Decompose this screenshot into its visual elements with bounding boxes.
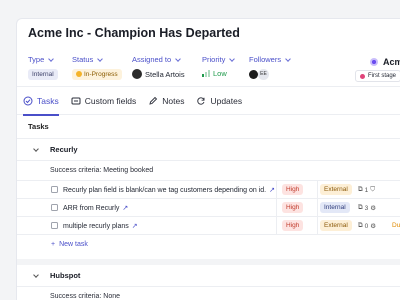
company-link[interactable]: Acme [370,57,400,67]
field-followers[interactable]: Followers EE [249,55,291,80]
tab-notes[interactable]: Notes [148,87,184,115]
ticket-card: Acme Inc - Champion Has Departed Type In… [16,18,400,300]
field-assigned-label: Assigned to [132,55,172,64]
chevron-down-icon [48,55,55,62]
field-followers-label: Followers [249,55,282,64]
gear-icon: ⚙ [370,205,377,212]
table-row[interactable]: ARR from Recurly ↗ High Internal ⧉ 3 ⚙ [17,199,400,217]
company-name: Acme [383,57,400,67]
new-task-button[interactable]: + New task [17,235,400,253]
type-badge[interactable]: External [320,220,352,231]
open-link-icon[interactable]: ↗ [132,222,138,230]
open-link-icon[interactable]: ↗ [122,204,128,212]
task-meta: ⧉ 3 ⚙ [358,204,376,212]
copy-icon: ⧉ [358,204,363,211]
column-divider [276,199,277,217]
due-date[interactable]: Du [392,222,400,229]
chevron-down-icon [175,55,182,62]
type-badge: Internal [28,69,58,80]
status-value: In-Progress [84,71,118,78]
chevron-down-icon[interactable] [33,146,39,152]
column-divider [317,199,318,217]
field-type[interactable]: Type Internal [28,55,58,80]
ticket-header: Acme Inc - Champion Has Departed Type In… [17,19,400,87]
group-header[interactable]: Hubspot [17,265,400,287]
group-name: Recurly [50,145,78,154]
follower-avatar [249,70,258,79]
company-logo-icon [370,58,378,66]
table-row[interactable]: Recurly plan field is blank/can we tag c… [17,181,400,199]
task-meta: ⧉ 0 ⚙ [358,222,376,230]
task-group-hubspot: Hubspot Success criteria: None [17,259,400,300]
priority-badge[interactable]: High [282,202,304,213]
field-type-label: Type [28,55,45,64]
assignee-name: Stella Artois [145,69,185,79]
tab-updates[interactable]: Updates [196,87,242,115]
field-status-label: Status [72,55,94,64]
new-task-label: New task [59,240,88,248]
success-criteria: Success criteria: Meeting booked [17,161,400,181]
custom-fields-icon [71,97,81,104]
type-badge[interactable]: Internal [320,202,350,213]
column-divider [276,217,277,235]
tab-notes-label: Notes [162,95,185,106]
chevron-down-icon [97,55,104,62]
field-priority[interactable]: Priority Low [202,55,236,78]
tab-custom-fields[interactable]: Custom fields [71,87,137,115]
priority-value: Low [213,69,227,78]
status-dot-icon [76,71,82,78]
copy-icon: ⧉ [358,186,363,193]
tab-bar: Tasks Custom fields Notes Updates [17,87,400,116]
plus-icon: + [51,240,56,248]
pencil-icon [149,96,158,105]
priority-badge[interactable]: High [282,220,304,231]
group-name: Hubspot [50,271,81,280]
page-title: Acme Inc - Champion Has Departed [28,26,240,40]
task-checkbox[interactable] [51,204,58,211]
field-assigned[interactable]: Assigned to Stella Artois [132,55,185,79]
tab-updates-label: Updates [210,95,243,106]
refresh-icon [197,96,205,105]
shield-icon: ⛉ [370,186,376,193]
avatar [132,69,142,79]
chevron-down-icon [285,55,291,62]
tab-tasks[interactable]: Tasks [23,87,59,116]
copy-icon: ⧉ [358,222,363,229]
task-name[interactable]: Recurly plan field is blank/can we tag c… [63,187,266,194]
tab-tasks-label: Tasks [37,95,59,106]
column-divider [276,181,277,199]
task-name[interactable]: multiple recurly plans [63,223,129,230]
checklist-icon [23,96,33,105]
table-row[interactable]: multiple recurly plans ↗ High External ⧉ 0… [17,217,400,235]
gear-icon: ⚙ [370,223,377,230]
priority-bars-icon [202,70,210,77]
stage-badge[interactable]: First stage [355,70,400,82]
column-divider [317,217,318,235]
open-link-icon[interactable]: ↗ [269,186,275,194]
task-count: 1 [364,186,369,194]
tab-custom-fields-label: Custom fields [84,95,137,106]
field-status[interactable]: Status In-Progress [72,55,122,80]
stage-dot-icon [360,73,365,79]
field-priority-label: Priority [202,55,226,64]
task-name[interactable]: ARR from Recurly [63,205,119,212]
task-meta: ⧉ 1 ⛉ [358,186,375,194]
task-count: 3 [364,204,369,212]
group-header[interactable]: Recurly [17,139,400,161]
success-criteria: Success criteria: None [17,287,400,300]
tasks-section-title: Tasks [17,115,400,139]
chevron-down-icon[interactable] [33,272,39,278]
follower-initials: EE [258,69,269,80]
task-count: 0 [364,222,369,230]
task-checkbox[interactable] [51,222,58,229]
task-checkbox[interactable] [51,186,58,193]
status-badge: In-Progress [72,69,122,80]
chevron-down-icon [229,55,236,62]
task-group-recurly: Recurly Success criteria: Meeting booked… [17,139,400,253]
stage-label: First stage [368,73,397,79]
type-badge[interactable]: External [320,184,352,195]
priority-badge[interactable]: High [282,184,304,195]
column-divider [317,181,318,199]
